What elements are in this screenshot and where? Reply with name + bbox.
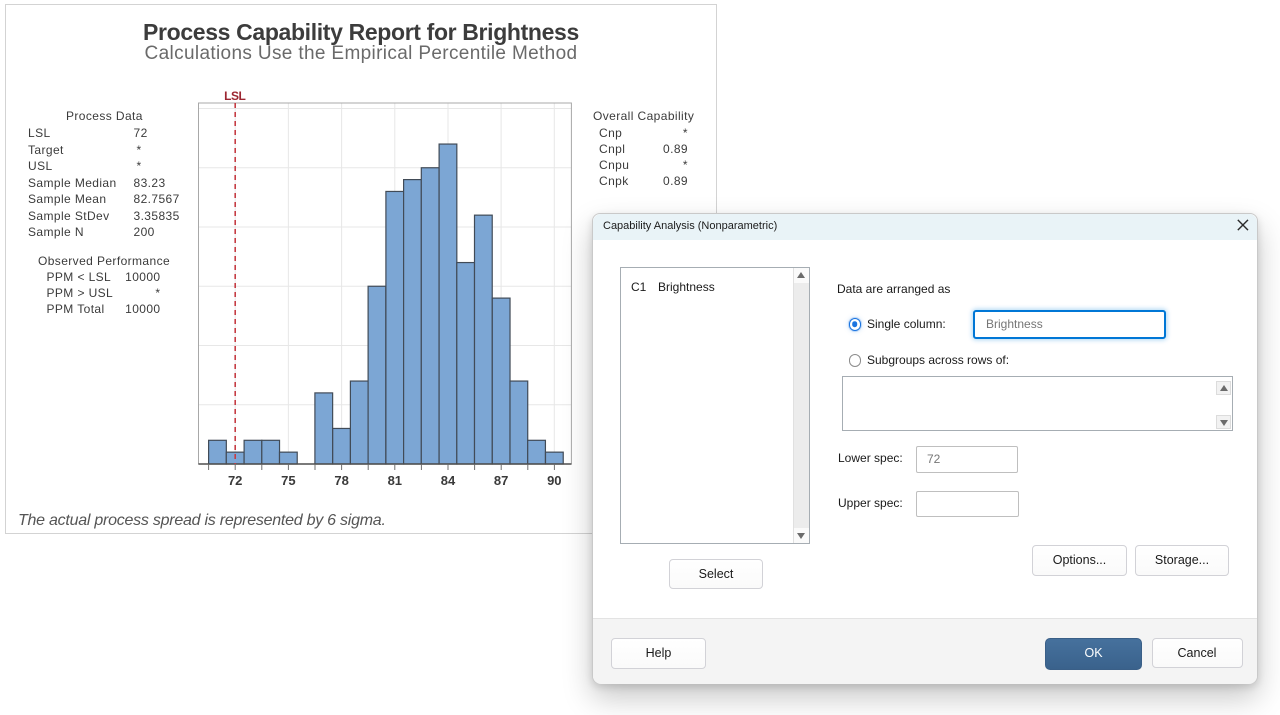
svg-text:75: 75 — [281, 473, 295, 488]
svg-text:72: 72 — [228, 473, 242, 488]
svg-text:87: 87 — [494, 473, 508, 488]
svg-text:78: 78 — [334, 473, 348, 488]
svg-text:84: 84 — [441, 473, 456, 488]
svg-text:LSL: LSL — [224, 89, 245, 103]
svg-text:81: 81 — [388, 473, 402, 488]
svg-text:90: 90 — [547, 473, 561, 488]
